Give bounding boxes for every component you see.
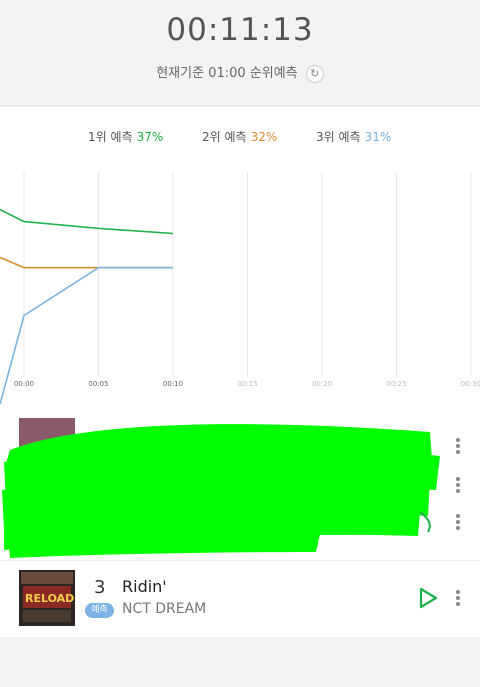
prediction-line-chart: 00:00 00:05 00:10 00:15 00:20 00:25 00:30 [0, 172, 480, 405]
redaction-scribble [2, 424, 440, 558]
x-tick-label: 00:30 [461, 380, 480, 388]
album-art-text: RELOAD [25, 592, 74, 605]
song-artist[interactable]: NCT DREAM [122, 601, 206, 617]
song-rank: 3 [94, 577, 106, 598]
more-options-icon[interactable] [452, 588, 464, 608]
series-line [0, 256, 173, 269]
song-title[interactable]: Ridin' [122, 577, 167, 596]
album-art: RELOAD [19, 570, 75, 626]
play-icon[interactable] [418, 587, 438, 609]
x-tick-label: 00:05 [88, 380, 108, 388]
x-tick-label: 00:20 [312, 380, 332, 388]
prediction-badge: 예측 [85, 603, 114, 618]
x-tick-label: 00:25 [386, 380, 406, 388]
x-tick-label: 00:10 [163, 380, 183, 388]
countdown-header: 00:11:13 현재기준 01:00 순위예측 ↻ [0, 0, 480, 106]
prediction-basis: 현재기준 01:00 순위예측 ↻ [0, 62, 480, 83]
series-line [0, 208, 174, 235]
countdown-time: 00:11:13 [166, 12, 314, 48]
prediction-basis-label: 현재기준 01:00 순위예측 [156, 66, 298, 81]
refresh-icon[interactable]: ↻ [305, 64, 324, 83]
bottom-area [0, 637, 480, 687]
x-tick-label: 00:15 [237, 380, 257, 388]
x-tick-label: 00:00 [14, 380, 34, 388]
